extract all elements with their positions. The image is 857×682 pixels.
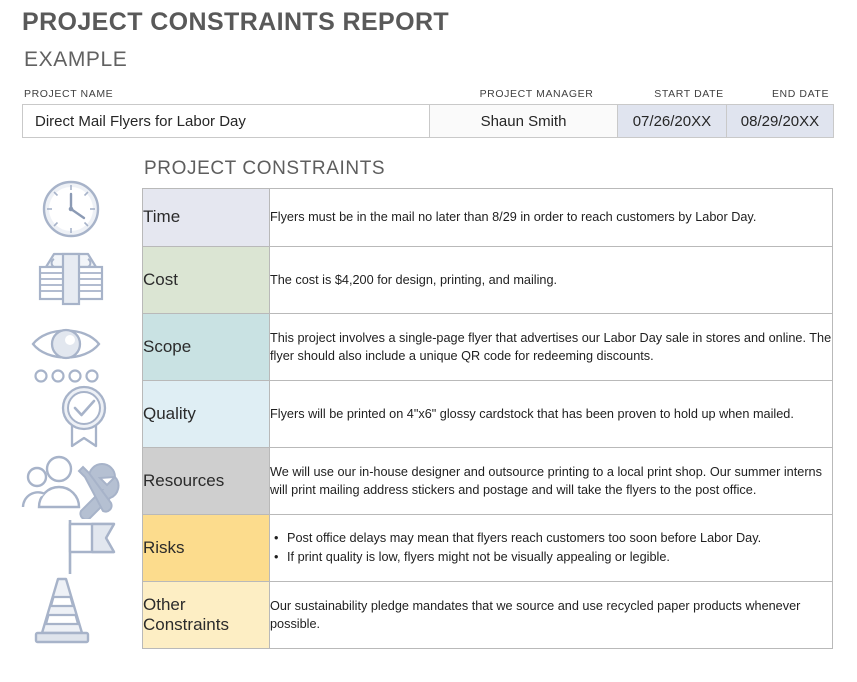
table-row: Cost The cost is $4,200 for design, prin… [143, 247, 833, 314]
label-end-date: END DATE [745, 88, 856, 100]
risks-bullet-list: Post office delays may mean that flyers … [270, 529, 832, 567]
constraint-icon-column [0, 176, 142, 666]
people-tools-icon [0, 452, 142, 520]
project-manager-field[interactable]: Shaun Smith [429, 104, 617, 138]
list-item: If print quality is low, flyers might no… [287, 548, 832, 566]
traffic-cone-icon [0, 574, 142, 646]
constraint-description-resources: We will use our in-house designer and ou… [270, 448, 833, 515]
project-name-field[interactable]: Direct Mail Flyers for Labor Day [22, 104, 429, 138]
label-start-date: START DATE [633, 88, 745, 100]
page-title: PROJECT CONSTRAINTS REPORT [22, 8, 449, 37]
table-row: Time Flyers must be in the mail no later… [143, 189, 833, 247]
table-row: Risks Post office delays may mean that f… [143, 515, 833, 582]
constraint-label-time: Time [143, 189, 270, 247]
award-ribbon-icon [0, 384, 142, 452]
constraint-label-other-constraints: Other Constraints [143, 582, 270, 649]
constraint-label-resources: Resources [143, 448, 270, 515]
table-row: Scope This project involves a single-pag… [143, 314, 833, 381]
constraint-description-cost: The cost is $4,200 for design, printing,… [270, 247, 833, 314]
table-row: Quality Flyers will be printed on 4"x6" … [143, 381, 833, 448]
start-date-field[interactable]: 07/26/20XX [617, 104, 726, 138]
constraint-label-quality: Quality [143, 381, 270, 448]
list-item: Post office delays may mean that flyers … [287, 529, 832, 547]
constraint-description-quality: Flyers will be printed on 4"x6" glossy c… [270, 381, 833, 448]
header-values-row: Direct Mail Flyers for Labor Day Shaun S… [22, 104, 834, 138]
constraint-label-risks: Risks [143, 515, 270, 582]
end-date-field[interactable]: 08/29/20XX [726, 104, 834, 138]
constraint-label-scope: Scope [143, 314, 270, 381]
table-row: Resources We will use our in-house desig… [143, 448, 833, 515]
constraint-description-time: Flyers must be in the mail no later than… [270, 189, 833, 247]
flag-icon [0, 516, 142, 578]
constraint-description-other-constraints: Our sustainability pledge mandates that … [270, 582, 833, 649]
table-row: Other Constraints Our sustainability ple… [143, 582, 833, 649]
section-heading-project-constraints: PROJECT CONSTRAINTS [144, 158, 385, 180]
label-project-name: PROJECT NAME [24, 88, 113, 100]
constraints-table-body: Time Flyers must be in the mail no later… [143, 189, 833, 649]
constraint-description-risks: Post office delays may mean that flyers … [270, 515, 833, 582]
page-subtitle: EXAMPLE [24, 48, 127, 72]
header-labels-row: PROJECT NAME PROJECT MANAGER START DATE … [22, 88, 834, 102]
project-constraints-table: Time Flyers must be in the mail no later… [142, 188, 833, 649]
clock-icon [0, 178, 142, 240]
eye-icon [0, 320, 142, 386]
constraint-description-scope: This project involves a single-page flye… [270, 314, 833, 381]
constraint-label-cost: Cost [143, 247, 270, 314]
label-project-manager: PROJECT MANAGER [440, 88, 633, 100]
money-stack-icon [0, 248, 142, 310]
